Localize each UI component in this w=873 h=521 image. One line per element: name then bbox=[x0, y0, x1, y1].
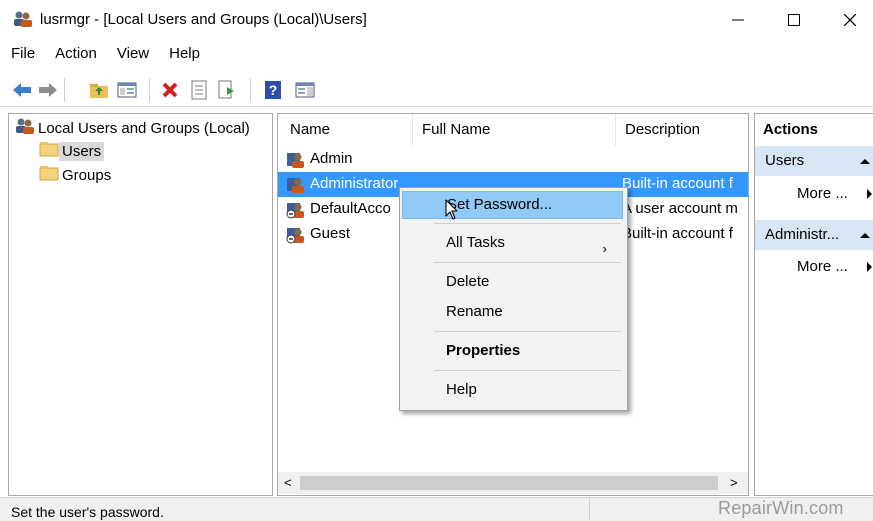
close-button[interactable] bbox=[822, 0, 873, 40]
column-header-name[interactable]: Name bbox=[282, 114, 412, 146]
show-hide-action-pane-icon[interactable] bbox=[294, 79, 316, 101]
title-bar: lusrmgr - [Local Users and Groups (Local… bbox=[0, 0, 873, 40]
actions-section-administrator[interactable]: Administr... bbox=[755, 220, 873, 250]
actions-header: Actions bbox=[755, 114, 873, 146]
scroll-left-icon[interactable]: < bbox=[284, 475, 292, 490]
actions-pane: Actions Users More ... Administr... More… bbox=[754, 113, 873, 496]
user-name: Admin bbox=[310, 150, 353, 167]
status-bar: Set the user's password. RepairWin.com bbox=[0, 497, 873, 521]
menu-item-properties[interactable]: Properties bbox=[402, 337, 623, 365]
window-title: lusrmgr - [Local Users and Groups (Local… bbox=[40, 11, 367, 28]
menu-item-set-password[interactable]: Set Password... bbox=[402, 191, 623, 219]
help-icon[interactable]: ? bbox=[262, 79, 284, 101]
menu-help[interactable]: Help bbox=[159, 42, 210, 68]
tree-root-label: Local Users and Groups (Local) bbox=[38, 119, 250, 137]
users-group-icon bbox=[15, 117, 35, 139]
delete-icon[interactable] bbox=[159, 79, 181, 101]
column-header-full-name[interactable]: Full Name bbox=[414, 114, 614, 146]
disabled-user-icon bbox=[286, 201, 306, 223]
menu-bar: File Action View Help bbox=[0, 42, 210, 68]
horizontal-scrollbar[interactable]: < > bbox=[278, 472, 748, 494]
table-row[interactable]: Admin bbox=[278, 147, 748, 172]
column-header-description[interactable]: Description bbox=[617, 114, 747, 146]
scrollbar-thumb[interactable] bbox=[300, 476, 718, 490]
action-more-administrator[interactable]: More ... bbox=[797, 255, 848, 279]
tree-item-users[interactable]: Users bbox=[39, 141, 105, 161]
submenu-arrow-icon: › bbox=[602, 241, 607, 256]
user-description: Built-in account f bbox=[622, 225, 733, 242]
expand-arrow-icon[interactable] bbox=[867, 262, 872, 272]
export-list-icon[interactable] bbox=[216, 79, 238, 101]
folder-icon bbox=[39, 165, 59, 185]
user-name: Guest bbox=[310, 225, 351, 242]
collapse-arrow-icon[interactable] bbox=[860, 233, 870, 238]
tree-item-groups-label: Groups bbox=[62, 166, 112, 184]
disabled-user-icon bbox=[286, 226, 306, 248]
menu-item-all-tasks-label: All Tasks bbox=[446, 234, 505, 251]
up-folder-icon[interactable] bbox=[88, 79, 110, 101]
menu-item-rename[interactable]: Rename bbox=[402, 298, 623, 326]
expand-arrow-icon[interactable] bbox=[867, 189, 872, 199]
menu-file[interactable]: File bbox=[0, 42, 45, 68]
tree-root-local-users-and-groups[interactable]: Local Users and Groups (Local) bbox=[15, 117, 253, 139]
mouse-cursor-icon bbox=[445, 199, 459, 225]
actions-section-title: Administr... bbox=[765, 226, 840, 243]
minimize-button[interactable] bbox=[710, 0, 766, 40]
user-name: DefaultAcco bbox=[310, 200, 391, 217]
svg-text:?: ? bbox=[269, 82, 278, 98]
user-icon bbox=[286, 151, 306, 173]
user-icon bbox=[286, 176, 306, 198]
back-arrow-icon[interactable] bbox=[11, 79, 33, 101]
menu-item-delete[interactable]: Delete bbox=[402, 268, 623, 296]
toolbar: ? bbox=[0, 72, 873, 107]
collapse-arrow-icon[interactable] bbox=[860, 159, 870, 164]
user-description: Built-in account f bbox=[622, 175, 733, 192]
properties-icon[interactable] bbox=[188, 79, 210, 101]
show-hide-tree-icon[interactable] bbox=[116, 79, 138, 101]
scroll-right-icon[interactable]: > bbox=[730, 475, 738, 490]
users-app-icon bbox=[13, 10, 33, 28]
actions-section-users[interactable]: Users bbox=[755, 146, 873, 176]
tree-item-groups[interactable]: Groups bbox=[39, 165, 114, 185]
status-text: Set the user's password. bbox=[11, 504, 164, 520]
menu-action[interactable]: Action bbox=[45, 42, 107, 68]
action-more-label: More ... bbox=[797, 185, 848, 202]
folder-icon bbox=[39, 141, 59, 161]
action-more-users[interactable]: More ... bbox=[797, 182, 848, 206]
actions-section-title: Users bbox=[765, 152, 805, 169]
menu-item-all-tasks[interactable]: All Tasks › bbox=[402, 229, 623, 257]
context-menu: Set Password... All Tasks › Delete Renam… bbox=[399, 187, 628, 411]
menu-view[interactable]: View bbox=[107, 42, 159, 68]
console-tree-pane: Local Users and Groups (Local) Users Gro… bbox=[8, 113, 273, 496]
tree-item-users-label: Users bbox=[59, 141, 105, 161]
user-description: A user account m bbox=[622, 200, 738, 217]
watermark: RepairWin.com bbox=[718, 498, 844, 518]
action-more-label: More ... bbox=[797, 258, 848, 275]
forward-arrow-icon[interactable] bbox=[37, 79, 59, 101]
user-name: Administrator bbox=[310, 175, 399, 192]
menu-item-help[interactable]: Help bbox=[402, 376, 623, 404]
maximize-button[interactable] bbox=[766, 0, 822, 40]
